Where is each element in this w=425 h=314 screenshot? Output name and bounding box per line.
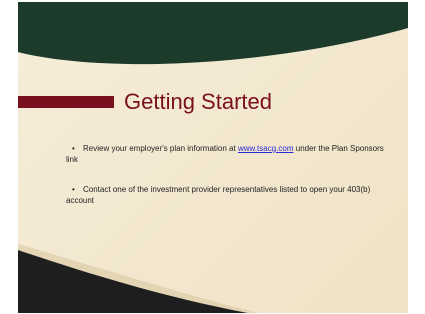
bullet-dot: • (72, 185, 75, 194)
top-wave-shape (18, 2, 408, 65)
slide-title: Getting Started (124, 89, 272, 114)
bullet-dot: • (72, 144, 75, 153)
bullet-item: • Contact one of the investment provider … (66, 184, 386, 206)
slide: Getting Started • Review your employer's … (18, 2, 408, 313)
bullet-text: Review your employer's plan information … (83, 144, 238, 153)
bullet-list: • Review your employer's plan information… (66, 143, 386, 225)
title-accent-bar (18, 96, 114, 108)
bullet-item: • Review your employer's plan information… (66, 143, 386, 165)
tsacg-link[interactable]: www.tsacg.com (238, 144, 294, 153)
bullet-text: Contact one of the investment provider r… (66, 185, 371, 205)
